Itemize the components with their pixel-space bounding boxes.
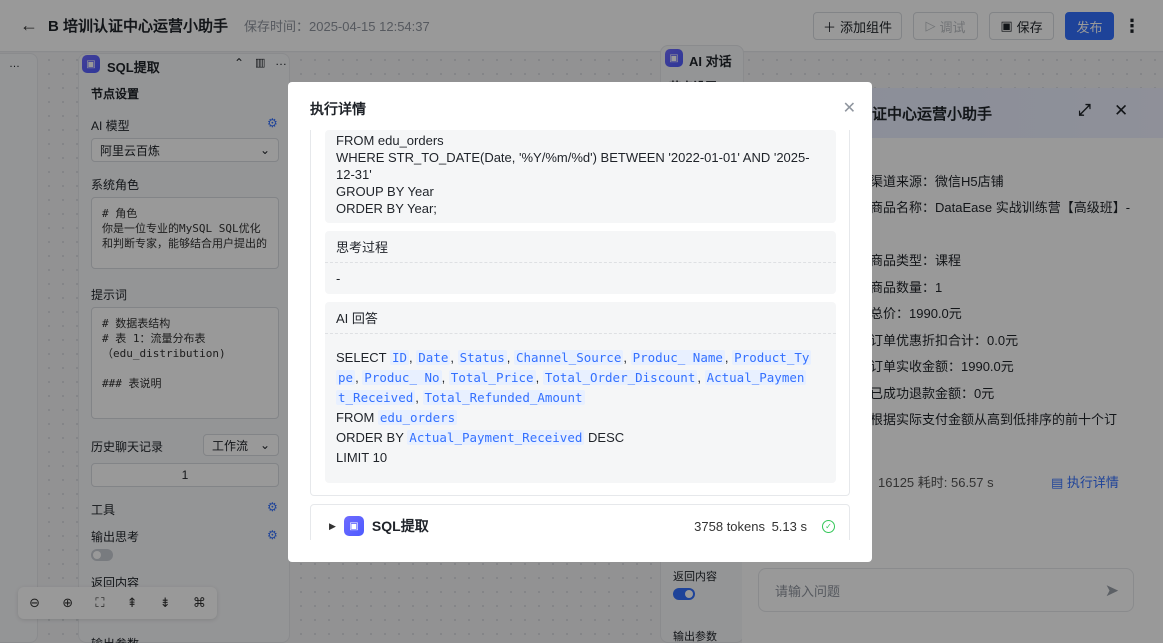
answer-header: AI 回答 bbox=[325, 302, 836, 334]
close-icon[interactable]: ✕ bbox=[843, 98, 856, 118]
collapsed-node-row[interactable]: ▶ ▣ SQL提取 3758 tokens 5.13 s ✓ bbox=[310, 504, 850, 540]
thinking-block: 思考过程 - bbox=[325, 231, 836, 294]
sql-line: 12-31' bbox=[336, 167, 372, 182]
thinking-header: 思考过程 bbox=[325, 231, 836, 263]
check-circle-icon: ✓ bbox=[822, 519, 835, 533]
duration: 5.13 s bbox=[771, 518, 807, 534]
collapsed-node-name: SQL提取 bbox=[371, 518, 429, 534]
sql-node-icon: ▣ bbox=[343, 516, 364, 536]
modal-title: 执行详情 bbox=[310, 101, 366, 117]
execution-detail-modal: 执行详情 ✕ FROM edu_orders WHERE STR_TO_DATE… bbox=[288, 82, 872, 562]
sql-block: FROM edu_orders WHERE STR_TO_DATE(Date, … bbox=[325, 130, 836, 223]
node-detail-card: FROM edu_orders WHERE STR_TO_DATE(Date, … bbox=[310, 130, 850, 496]
answer-block: AI 回答 SELECT ID, Date, Status, Channel_S… bbox=[325, 302, 836, 483]
token-count: 3758 tokens bbox=[694, 518, 765, 534]
modal-body: FROM edu_orders WHERE STR_TO_DATE(Date, … bbox=[310, 130, 850, 540]
sql-line: WHERE STR_TO_DATE(Date, '%Y/%m/%d') BETW… bbox=[336, 150, 810, 165]
answer-line-5: ORDER BY Actual_Payment_Received DESC bbox=[336, 430, 625, 445]
answer-line-1: SELECT ID, Date, Status, Channel_Source,… bbox=[336, 350, 812, 365]
answer-line-4: FROM edu_orders bbox=[336, 410, 458, 425]
answer-line-3: t_Received, Total_Refunded_Amount bbox=[336, 390, 585, 405]
caret-right-icon[interactable]: ▶ bbox=[329, 521, 336, 532]
answer-sql: SELECT ID, Date, Status, Channel_Source,… bbox=[325, 334, 836, 468]
thinking-value: - bbox=[336, 271, 341, 286]
answer-line-2: pe, Produc_ No, Total_Price, Total_Order… bbox=[336, 370, 807, 385]
answer-line-6: LIMIT 10 bbox=[336, 450, 388, 465]
sql-line: FROM edu_orders bbox=[336, 133, 444, 148]
sql-line: GROUP BY Year bbox=[336, 184, 434, 199]
sql-line: ORDER BY Year; bbox=[336, 201, 437, 216]
